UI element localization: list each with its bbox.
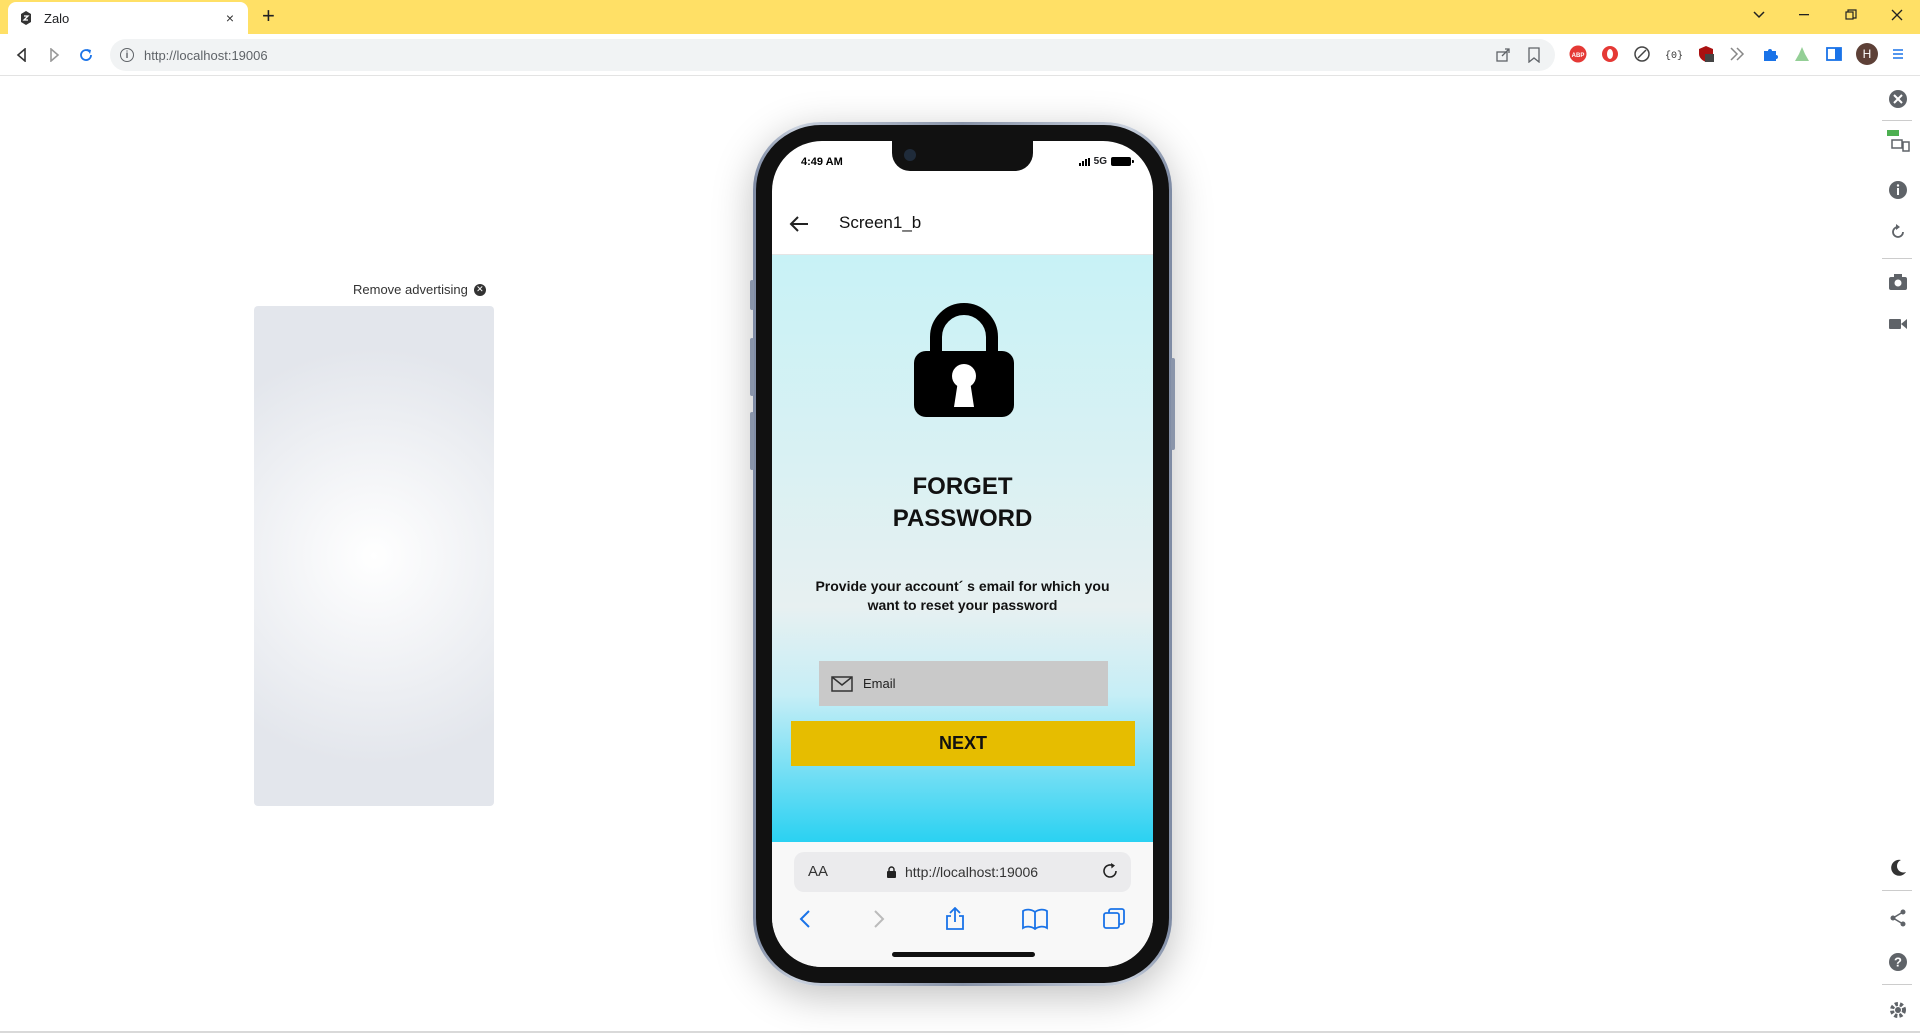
status-indicators: 5G <box>1078 156 1134 167</box>
phone-volume-up <box>750 338 754 396</box>
opera-icon[interactable] <box>1600 44 1620 64</box>
phone-power-button <box>1171 358 1175 450</box>
home-indicator <box>892 952 1035 957</box>
next-button[interactable]: NEXT <box>791 721 1135 766</box>
phone-notch <box>892 141 1033 171</box>
profile-avatar[interactable]: H <box>1856 43 1878 65</box>
menu-icon[interactable] <box>1888 44 1908 64</box>
email-input[interactable] <box>863 676 1083 691</box>
video-icon[interactable] <box>1886 312 1910 336</box>
share-sidebar-icon[interactable] <box>1886 906 1910 930</box>
safari-bookmarks-icon[interactable] <box>1022 906 1048 932</box>
network-label: 5G <box>1093 156 1107 167</box>
site-info-icon[interactable]: i <box>120 48 134 62</box>
browser-titlebar: Zalo × + <box>0 0 1920 34</box>
sidebar-divider <box>1882 120 1912 121</box>
safari-tabs-icon[interactable] <box>1101 906 1127 932</box>
heading-line-2: PASSWORD <box>892 505 1033 532</box>
camera-lens <box>904 149 916 161</box>
ublock-icon[interactable] <box>1696 44 1716 64</box>
remove-advertising-link[interactable]: Remove advertising ✕ <box>353 282 486 297</box>
safari-address-bar[interactable]: AA http://localhost:19006 <box>794 852 1131 892</box>
settings-gear-icon[interactable] <box>1886 998 1910 1022</box>
safari-url: http://localhost:19006 <box>905 864 1039 880</box>
app-header: Screen1_b <box>772 193 1153 255</box>
arrows-icon[interactable] <box>1728 44 1748 64</box>
close-window-icon[interactable] <box>1874 0 1920 30</box>
signal-icon <box>1078 157 1090 166</box>
heading-line-1: FORGET <box>912 473 1013 500</box>
extension-icon[interactable] <box>1632 44 1652 64</box>
puzzle-icon[interactable] <box>1760 44 1780 64</box>
lock-icon <box>887 866 896 878</box>
address-url: http://localhost:19006 <box>144 47 268 63</box>
info-icon[interactable] <box>1886 178 1910 202</box>
bookmark-icon[interactable] <box>1527 47 1541 63</box>
address-bar[interactable]: i http://localhost:19006 <box>110 39 1555 71</box>
sidebar-divider <box>1882 258 1912 259</box>
svg-text:ABP: ABP <box>1572 53 1585 59</box>
forward-icon[interactable] <box>42 43 66 67</box>
envelope-icon <box>831 675 853 692</box>
remove-ad-close-icon[interactable]: ✕ <box>473 283 486 296</box>
status-time: 4:49 AM <box>801 156 843 168</box>
sidepanel-icon[interactable] <box>1824 44 1844 64</box>
share-icon[interactable] <box>1495 47 1511 63</box>
phone-screen: 4:49 AM 5G Screen1_b FORGET PASSWORD Pro… <box>772 141 1153 967</box>
phone-silent-switch <box>750 280 754 310</box>
help-icon[interactable]: ? <box>1886 950 1910 974</box>
rotate-icon[interactable] <box>1886 220 1910 244</box>
instruction-text: Provide your account´ s email for which … <box>815 578 1110 613</box>
forget-password-content: FORGET PASSWORD Provide your account´ s … <box>772 255 1153 842</box>
svg-text:?: ? <box>1894 955 1902 970</box>
camera-icon[interactable] <box>1886 270 1910 294</box>
padlock-icon <box>914 303 1014 417</box>
minimize-icon[interactable] <box>1782 0 1828 30</box>
reload-icon[interactable] <box>74 43 98 67</box>
tab-search-icon[interactable] <box>1736 0 1782 30</box>
text-size-button[interactable]: AA <box>808 863 828 880</box>
back-icon[interactable] <box>10 43 34 67</box>
safari-toolbar: AA http://localhost:19006 <box>772 842 1153 967</box>
restore-icon[interactable] <box>1828 0 1874 30</box>
safari-back-icon[interactable] <box>792 906 818 932</box>
moon-icon[interactable] <box>1886 856 1910 880</box>
tab-title: Zalo <box>44 10 70 26</box>
battery-icon <box>1111 157 1134 166</box>
tab-close-icon[interactable]: × <box>222 10 238 26</box>
sidebar-divider <box>1882 890 1912 891</box>
sidebar-divider <box>1882 984 1912 985</box>
email-field[interactable] <box>819 661 1108 706</box>
phone-volume-down <box>750 412 754 470</box>
safari-share-icon[interactable] <box>942 906 968 932</box>
device-icon[interactable] <box>1886 130 1910 154</box>
code-icon[interactable]: {0} <box>1664 44 1684 64</box>
browser-toolbar: i http://localhost:19006 ABP {0} H <box>0 34 1920 76</box>
close-panel-icon[interactable] <box>1886 87 1910 111</box>
browser-tab[interactable]: Zalo × <box>8 2 248 34</box>
zalo-favicon-icon <box>21 11 31 25</box>
screen-title: Screen1_b <box>839 213 922 232</box>
ad-placeholder <box>254 306 494 806</box>
page-heading: FORGET PASSWORD <box>772 471 1153 535</box>
remove-advertising-label: Remove advertising <box>353 282 468 297</box>
back-arrow-icon[interactable] <box>788 213 810 235</box>
safari-forward-icon[interactable] <box>866 906 892 932</box>
new-tab-button[interactable]: + <box>262 5 275 27</box>
abp-icon[interactable]: ABP <box>1568 44 1588 64</box>
svg-text:{0}: {0} <box>1665 50 1683 62</box>
page-bottom-border <box>0 1031 1920 1033</box>
reload-page-icon[interactable] <box>1101 862 1119 880</box>
person-icon[interactable] <box>1792 44 1812 64</box>
